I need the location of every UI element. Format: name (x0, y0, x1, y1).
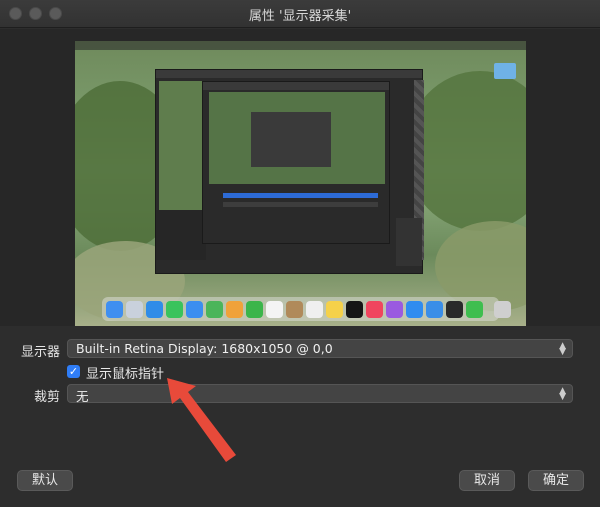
checkmark-icon: ✓ (68, 365, 79, 378)
macos-dock (102, 297, 511, 321)
display-select[interactable]: Built-in Retina Display: 1680x1050 @ 0,0… (67, 339, 573, 358)
chevron-up-down-icon: ▲ ▼ (559, 341, 566, 357)
preview-screenshot (75, 41, 526, 326)
notes-icon (326, 300, 343, 318)
crop-select[interactable]: 无 ▲ ▼ (67, 384, 573, 404)
app-store-icon (406, 300, 423, 318)
folder-icon (494, 63, 516, 79)
tv-icon (346, 300, 363, 318)
facetime-icon (246, 300, 263, 318)
trash-icon (494, 300, 511, 318)
title-bar: 属性 '显示器采集' (0, 0, 600, 28)
podcasts-icon (386, 300, 403, 318)
chevron-up-down-icon: ▲ ▼ (559, 386, 566, 402)
obs-icon (446, 300, 463, 318)
messages-icon (166, 300, 183, 318)
contacts-icon (286, 300, 303, 318)
calendar-icon (266, 300, 283, 318)
launchpad-icon (126, 300, 143, 318)
display-select-value: Built-in Retina Display: 1680x1050 @ 0,0 (76, 341, 333, 356)
cancel-button[interactable]: 取消 (459, 470, 515, 491)
crop-select-value: 无 (76, 389, 89, 404)
mail-icon (186, 300, 203, 318)
maps-icon (206, 300, 223, 318)
wechat-icon (466, 300, 483, 318)
defaults-button[interactable]: 默认 (17, 470, 73, 491)
finder-icon (106, 300, 123, 318)
ok-button[interactable]: 确定 (528, 470, 584, 491)
safari-icon (146, 300, 163, 318)
show-cursor-checkbox[interactable]: ✓ (67, 365, 80, 378)
show-cursor-label[interactable]: 显示鼠标指针 (86, 363, 164, 382)
macos-menubar (75, 41, 526, 50)
source-preview (0, 29, 600, 326)
crop-label: 裁剪 (33, 390, 60, 405)
xcode-icon (426, 300, 443, 318)
window-title: 属性 '显示器采集' (248, 9, 352, 24)
photos-icon (226, 300, 243, 318)
music-icon (366, 300, 383, 318)
nested-properties-dialog (202, 81, 390, 244)
reminders-icon (306, 300, 323, 318)
display-label: 显示器 (20, 345, 60, 360)
